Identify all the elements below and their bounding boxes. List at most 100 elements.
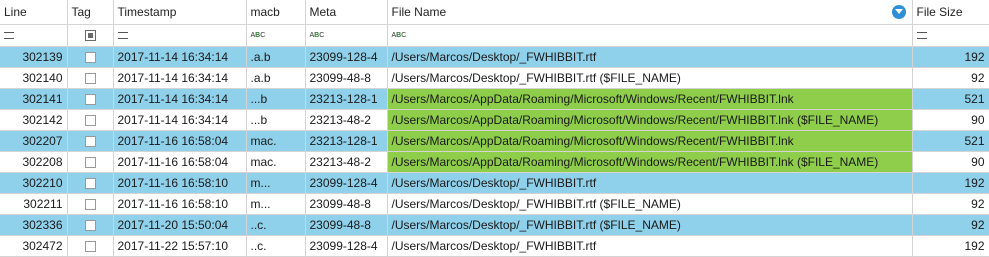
cell-macb: mac. (246, 151, 306, 173)
cell-file-size: 521 (912, 130, 989, 152)
cell-file-name: /Users/Marcos/Desktop/_FWHIBBIT.rtf ($FI… (387, 214, 913, 236)
filter-cell-file-name[interactable]: ABC (387, 24, 913, 47)
cell-line: 302140 (0, 67, 68, 89)
equals-filter-icon (4, 32, 14, 40)
column-header-tag[interactable]: Tag (67, 0, 114, 25)
cell-file-name: /Users/Marcos/AppData/Roaming/Microsoft/… (387, 88, 913, 110)
cell-line: 302141 (0, 88, 68, 110)
column-header-file-size[interactable]: File Size (912, 0, 989, 25)
cell-file-name: /Users/Marcos/AppData/Roaming/Microsoft/… (387, 151, 913, 173)
cell-timestamp: 2017-11-16 16:58:10 (113, 193, 247, 215)
column-header-file-name-label: File Name (391, 5, 447, 19)
cell-timestamp: 2017-11-14 16:34:14 (113, 88, 247, 110)
cell-file-name: /Users/Marcos/Desktop/_FWHIBBIT.rtf (387, 46, 913, 68)
cell-macb: m... (246, 193, 306, 215)
cell-line: 302139 (0, 46, 68, 68)
tag-checkbox[interactable] (84, 94, 96, 106)
cell-file-size: 192 (912, 46, 989, 68)
tag-checkbox[interactable] (84, 241, 96, 253)
tag-checkbox[interactable] (84, 136, 96, 148)
abc-filter-icon: ABC (309, 31, 325, 39)
cell-tag (67, 151, 114, 173)
cell-macb: ...b (246, 109, 306, 131)
cell-meta: 23099-128-4 (305, 235, 388, 257)
table-row[interactable]: 302140 2017-11-14 16:34:14 .a.b 23099-48-8/… (0, 67, 989, 89)
cell-line: 302336 (0, 214, 68, 236)
tag-checkbox[interactable] (84, 199, 96, 211)
table-row[interactable]: 302211 2017-11-16 16:58:10 m... 23099-48-8/… (0, 193, 989, 215)
cell-meta: 23213-128-1 (305, 130, 388, 152)
tag-checkbox[interactable] (84, 178, 96, 190)
column-header-macb[interactable]: macb (246, 0, 306, 25)
cell-file-name: /Users/Marcos/Desktop/_FWHIBBIT.rtf ($FI… (387, 67, 913, 89)
abc-filter-icon: ABC (250, 31, 266, 39)
cell-timestamp: 2017-11-16 16:58:10 (113, 172, 247, 194)
cell-timestamp: 2017-11-14 16:34:14 (113, 46, 247, 68)
abc-filter-icon: ABC (391, 31, 407, 39)
cell-line: 302211 (0, 193, 68, 215)
tag-checkbox[interactable] (84, 115, 96, 127)
cell-tag (67, 193, 114, 215)
cell-file-size: 90 (912, 151, 989, 173)
table-row[interactable]: 302139 2017-11-14 16:34:14 .a.b 23099-128-4… (0, 46, 989, 68)
column-header-timestamp[interactable]: Timestamp (113, 0, 247, 25)
cell-meta: 23213-48-2 (305, 109, 388, 131)
cell-file-name: /Users/Marcos/AppData/Roaming/Microsoft/… (387, 130, 913, 152)
cell-meta: 23099-48-8 (305, 193, 388, 215)
filter-icon[interactable] (891, 5, 906, 19)
cell-tag (67, 172, 114, 194)
cell-tag (67, 67, 114, 89)
table-row[interactable]: 302141 2017-11-14 16:34:14 ...b 23213-128-1… (0, 88, 989, 110)
cell-macb: ...b (246, 88, 306, 110)
cell-tag (67, 109, 114, 131)
cell-timestamp: 2017-11-16 16:58:04 (113, 151, 247, 173)
cell-timestamp: 2017-11-20 15:50:04 (113, 214, 247, 236)
equals-filter-icon (117, 32, 128, 40)
filter-cell-tag[interactable] (67, 24, 114, 47)
column-header-line[interactable]: Line (0, 0, 68, 25)
filter-cell-meta[interactable]: ABC (305, 24, 388, 47)
tag-checkbox[interactable] (84, 220, 96, 232)
timeline-grid: Line Tag Timestamp macb Meta File Name F… (0, 0, 989, 257)
tag-checkbox[interactable] (84, 73, 96, 85)
cell-file-name: /Users/Marcos/Desktop/_FWHIBBIT.rtf (387, 172, 913, 194)
cell-file-size: 92 (912, 193, 989, 215)
filter-cell-file-size[interactable] (912, 24, 989, 47)
cell-timestamp: 2017-11-22 15:57:10 (113, 235, 247, 257)
cell-meta: 23213-128-1 (305, 88, 388, 110)
filter-cell-timestamp[interactable] (113, 24, 247, 47)
table-row[interactable]: 302207 2017-11-16 16:58:04 mac. 23213-128-1… (0, 130, 989, 152)
cell-timestamp: 2017-11-14 16:34:14 (113, 109, 247, 131)
table-row[interactable]: 302142 2017-11-14 16:34:14 ...b 23213-48-2/… (0, 109, 989, 131)
cell-line: 302472 (0, 235, 68, 257)
grid-body: 302139 2017-11-14 16:34:14 .a.b 23099-128-4… (0, 46, 989, 257)
tag-checkbox[interactable] (84, 157, 96, 169)
table-row[interactable]: 302210 2017-11-16 16:58:10 m... 23099-128-4… (0, 172, 989, 194)
cell-file-size: 192 (912, 172, 989, 194)
table-row[interactable]: 302472 2017-11-22 15:57:10 ..c. 23099-128-4… (0, 235, 989, 257)
filter-row: ABC ABC ABC (0, 24, 989, 47)
tag-filter-checkbox[interactable] (84, 30, 96, 42)
cell-file-size: 92 (912, 214, 989, 236)
cell-tag (67, 130, 114, 152)
cell-line: 302210 (0, 172, 68, 194)
cell-file-size: 192 (912, 235, 989, 257)
cell-meta: 23099-48-8 (305, 67, 388, 89)
table-row[interactable]: 302208 2017-11-16 16:58:04 mac. 23213-48-2/… (0, 151, 989, 173)
cell-timestamp: 2017-11-16 16:58:04 (113, 130, 247, 152)
table-row[interactable]: 302336 2017-11-20 15:50:04 ..c. 23099-48-8/… (0, 214, 989, 236)
cell-tag (67, 235, 114, 257)
cell-line: 302208 (0, 151, 68, 173)
cell-macb: ..c. (246, 235, 306, 257)
column-header-file-name[interactable]: File Name (387, 0, 913, 25)
cell-meta: 23099-48-8 (305, 214, 388, 236)
cell-macb: m... (246, 172, 306, 194)
filter-cell-line[interactable] (0, 24, 68, 47)
column-header-meta[interactable]: Meta (305, 0, 388, 25)
cell-meta: 23099-128-4 (305, 46, 388, 68)
cell-line: 302142 (0, 109, 68, 131)
tag-checkbox[interactable] (84, 52, 96, 64)
filter-cell-macb[interactable]: ABC (246, 24, 306, 47)
cell-file-size: 90 (912, 109, 989, 131)
cell-line: 302207 (0, 130, 68, 152)
